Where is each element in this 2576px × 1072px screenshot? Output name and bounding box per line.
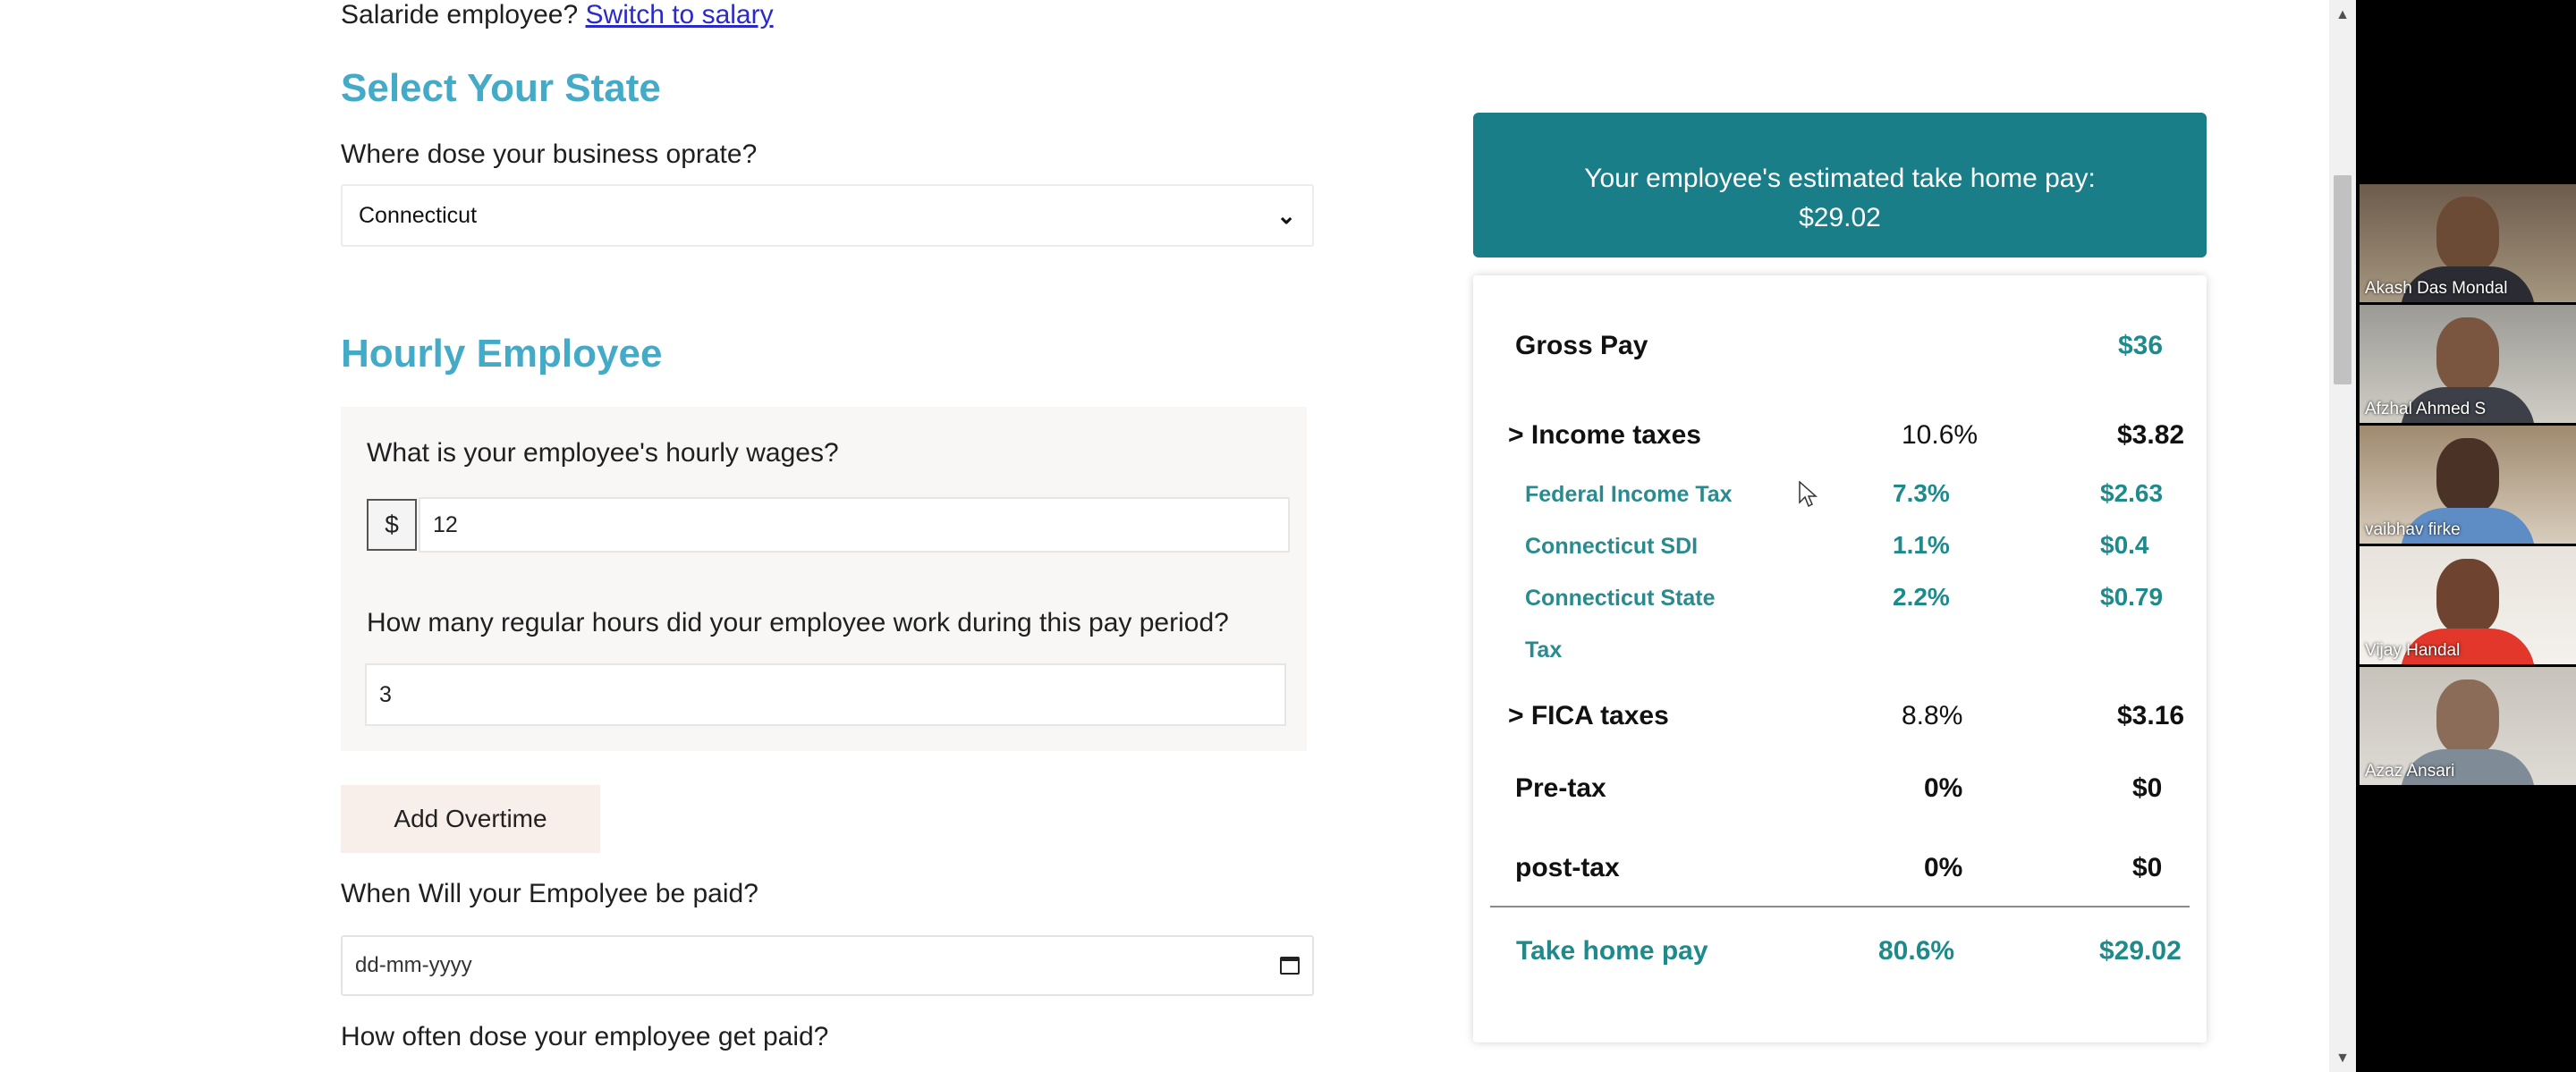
fica-taxes-percent: 8.8%	[1902, 701, 1963, 730]
dollar-prefix: $	[367, 499, 417, 551]
participant-tile[interactable]: Azaz Ansari	[2360, 667, 2576, 785]
participant-name: vaibhav firke	[2365, 520, 2461, 539]
switch-prefix: Salaride employee?	[341, 0, 579, 30]
wage-question: What is your employee's hourly wages?	[367, 438, 839, 468]
participant-tile[interactable]: Afzhal Ahmed S	[2360, 305, 2576, 423]
state-tax-label-cont: Tax	[1525, 637, 1563, 663]
add-overtime-button[interactable]: Add Overtime	[341, 785, 600, 853]
income-taxes-toggle[interactable]: > Income taxes	[1508, 420, 1701, 451]
regular-hours-input[interactable]: 3	[365, 663, 1286, 726]
take-home-percent: 80.6%	[1878, 936, 1955, 966]
calendar-icon[interactable]	[1280, 957, 1300, 975]
chevron-down-icon: ⌄	[1276, 201, 1296, 229]
hourly-employee-heading: Hourly Employee	[341, 332, 663, 376]
payroll-calculator-page: Salaride employee? Switch to salary Sele…	[0, 0, 2329, 1072]
fica-taxes-toggle[interactable]: > FICA taxes	[1508, 701, 1669, 731]
tax-breakdown-card	[1473, 275, 2207, 1042]
participant-face	[2436, 197, 2499, 272]
pay-frequency-question: How often dose your employee get paid?	[341, 1022, 829, 1051]
mouse-cursor-icon	[1799, 481, 1818, 508]
pre-tax-amount: $0	[2132, 773, 2163, 803]
post-tax-percent: 0%	[1924, 853, 1963, 882]
post-tax-label: post-tax	[1515, 853, 1620, 882]
participant-tile[interactable]: Vijay Handal	[2360, 546, 2576, 664]
sdi-percent: 1.1%	[1893, 531, 1950, 559]
take-home-label: Take home pay	[1516, 936, 1708, 966]
state-tax-percent: 2.2%	[1893, 583, 1950, 611]
participant-face	[2436, 559, 2499, 634]
hours-question: How many regular hours did your employee…	[367, 608, 1229, 637]
scrollbar-thumb[interactable]	[2334, 175, 2351, 384]
date-placeholder: dd-mm-yyyy	[355, 953, 472, 977]
federal-tax-amount: $2.63	[2100, 479, 2164, 507]
sdi-label: Connecticut SDI	[1525, 534, 1699, 559]
scroll-down-arrow-icon[interactable]: ▼	[2329, 1047, 2356, 1070]
participant-name: Vijay Handal	[2365, 641, 2461, 660]
state-question: Where dose your business oprate?	[341, 139, 758, 169]
participant-name: Afzhal Ahmed S	[2365, 400, 2487, 418]
post-tax-amount: $0	[2132, 853, 2163, 882]
sdi-amount: $0.4	[2100, 531, 2149, 559]
income-taxes-percent: 10.6%	[1902, 420, 1979, 450]
summary-divider	[1490, 906, 2190, 907]
state-select-value: Connecticut	[359, 202, 478, 228]
state-tax-amount: $0.79	[2100, 583, 2164, 611]
participant-name: Akash Das Mondal	[2365, 279, 2508, 298]
take-home-banner: Your employee's estimated take home pay:…	[1473, 113, 2207, 257]
hourly-wage-value: 12	[433, 511, 458, 537]
participant-face	[2436, 438, 2499, 513]
pre-tax-label: Pre-tax	[1515, 773, 1606, 803]
federal-tax-percent: 7.3%	[1893, 479, 1950, 507]
participant-tile[interactable]: Akash Das Mondal	[2360, 184, 2576, 302]
gross-pay-amount: $36	[2118, 331, 2164, 360]
pay-date-input[interactable]: dd-mm-yyyy	[341, 935, 1314, 996]
switch-to-salary-line: Salaride employee? Switch to salary	[341, 0, 774, 30]
participant-tile[interactable]: vaibhav firke	[2360, 426, 2576, 544]
state-tax-label: Connecticut State	[1525, 586, 1716, 611]
banner-text: Your employee's estimated take home pay:	[1584, 164, 2096, 193]
paid-date-question: When Will your Empolyee be paid?	[341, 879, 758, 908]
take-home-amount: $29.02	[2099, 936, 2182, 966]
scroll-up-arrow-icon[interactable]: ▲	[2329, 4, 2356, 27]
select-state-heading: Select Your State	[341, 66, 661, 110]
participant-name: Azaz Ansari	[2365, 762, 2455, 781]
pre-tax-percent: 0%	[1924, 773, 1963, 803]
hourly-wage-input[interactable]: 12	[419, 497, 1290, 553]
participant-face	[2436, 317, 2499, 393]
gross-pay-label: Gross Pay	[1515, 331, 1648, 360]
switch-to-salary-link[interactable]: Switch to salary	[586, 0, 774, 30]
vertical-scrollbar[interactable]: ▲ ▼	[2329, 0, 2356, 1072]
fica-taxes-amount: $3.16	[2117, 701, 2185, 730]
income-taxes-amount: $3.82	[2117, 420, 2185, 450]
state-select[interactable]: Connecticut ⌄	[341, 184, 1314, 247]
banner-amount: $29.02	[1799, 203, 1881, 232]
regular-hours-value: 3	[379, 681, 392, 707]
participant-face	[2436, 679, 2499, 755]
federal-tax-label: Federal Income Tax	[1525, 482, 1733, 507]
